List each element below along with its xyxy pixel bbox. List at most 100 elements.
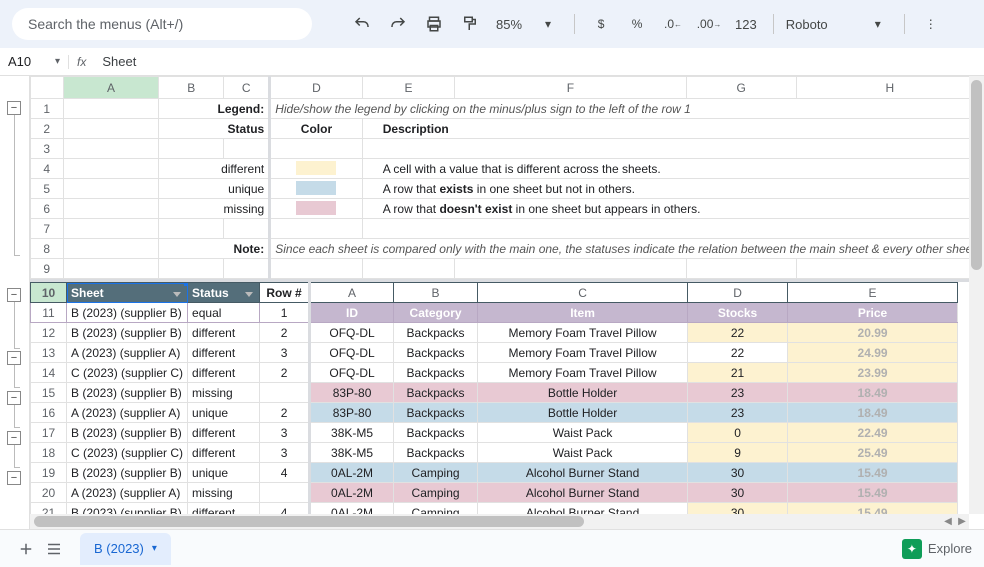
cell[interactable]: 2 <box>260 323 310 343</box>
cell[interactable]: Camping <box>394 463 478 483</box>
row-header[interactable]: 11 <box>31 303 67 323</box>
cell[interactable]: 22 <box>688 323 788 343</box>
cell[interactable]: 83P-80 <box>310 403 394 423</box>
increase-decimal-button[interactable]: .00→ <box>695 10 723 38</box>
col-header[interactable]: D <box>270 77 363 99</box>
cell[interactable]: equal <box>188 303 260 323</box>
cell[interactable]: 3 <box>260 423 310 443</box>
add-sheet-button[interactable] <box>12 535 40 563</box>
all-sheets-button[interactable] <box>40 535 68 563</box>
cell[interactable]: different <box>188 323 260 343</box>
redo-button[interactable] <box>384 10 412 38</box>
number-format-button[interactable]: 123 <box>731 17 761 32</box>
row-header[interactable]: 6 <box>31 199 64 219</box>
cell[interactable]: 22 <box>688 343 788 363</box>
filter-icon[interactable] <box>245 292 253 297</box>
cell[interactable]: missing <box>188 483 260 503</box>
cell[interactable]: B (2023) (supplier B) <box>67 423 188 443</box>
cell[interactable]: Backpacks <box>394 343 478 363</box>
row-header[interactable]: 12 <box>31 323 67 343</box>
cell[interactable]: B (2023) (supplier B) <box>67 323 188 343</box>
cell[interactable]: C (2023) (supplier C) <box>67 443 188 463</box>
cell[interactable]: 2 <box>260 403 310 423</box>
row-header[interactable]: 13 <box>31 343 67 363</box>
outline-toggle-group-1[interactable]: − <box>7 288 21 302</box>
cell[interactable]: Memory Foam Travel Pillow <box>478 363 688 383</box>
cell[interactable]: Backpacks <box>394 443 478 463</box>
cell[interactable]: 15.49 <box>788 483 958 503</box>
more-button[interactable]: ⋮ <box>917 10 945 38</box>
cell[interactable]: 25.49 <box>788 443 958 463</box>
undo-button[interactable] <box>348 10 376 38</box>
col-header[interactable]: C <box>224 77 270 99</box>
row-header[interactable]: 5 <box>31 179 64 199</box>
outline-toggle-group-2[interactable]: − <box>7 351 21 365</box>
cell[interactable]: Backpacks <box>394 423 478 443</box>
row-header[interactable]: 9 <box>31 259 64 279</box>
outline-toggle-group-5[interactable]: − <box>7 471 21 485</box>
cell[interactable]: Bottle Holder <box>478 403 688 423</box>
row-header[interactable]: 8 <box>31 239 64 259</box>
filter-icon[interactable] <box>173 292 181 297</box>
col-header[interactable]: E <box>362 77 455 99</box>
sheet-tab[interactable]: B (2023)▾ <box>80 533 171 565</box>
font-select[interactable]: Roboto <box>786 17 856 32</box>
cell[interactable]: C (2023) (supplier C) <box>67 363 188 383</box>
cell[interactable]: Backpacks <box>394 403 478 423</box>
scroll-left-button[interactable]: ◀ <box>941 514 955 528</box>
row-header[interactable]: 1 <box>31 99 64 119</box>
outline-toggle-group-3[interactable]: − <box>7 391 21 405</box>
row-header[interactable]: 15 <box>31 383 67 403</box>
paint-format-button[interactable] <box>456 10 484 38</box>
cell[interactable]: 20.99 <box>788 323 958 343</box>
row-header[interactable]: 4 <box>31 159 64 179</box>
currency-button[interactable]: $ <box>587 10 615 38</box>
row-header[interactable]: 19 <box>31 463 67 483</box>
cell[interactable]: 18.49 <box>788 383 958 403</box>
cell[interactable] <box>260 483 310 503</box>
row-header[interactable]: 3 <box>31 139 64 159</box>
row-header[interactable]: 2 <box>31 119 64 139</box>
cell[interactable]: 30 <box>688 483 788 503</box>
row-header[interactable]: 10 <box>31 283 67 303</box>
search-input[interactable]: Search the menus (Alt+/) <box>12 8 312 40</box>
cell[interactable]: Alcohol Burner Stand <box>478 483 688 503</box>
outline-toggle-group-4[interactable]: − <box>7 431 21 445</box>
cell[interactable]: 23 <box>688 403 788 423</box>
cell[interactable]: Backpacks <box>394 383 478 403</box>
cell[interactable]: OFQ-DL <box>310 323 394 343</box>
cell[interactable]: 0AL-2M <box>310 483 394 503</box>
cell[interactable]: B (2023) (supplier B) <box>67 463 188 483</box>
cell[interactable]: different <box>188 423 260 443</box>
cell[interactable]: 9 <box>688 443 788 463</box>
cell[interactable]: 22.49 <box>788 423 958 443</box>
vertical-scrollbar[interactable] <box>969 76 984 514</box>
col-header[interactable]: B <box>159 77 224 99</box>
header-sheet[interactable]: Sheet <box>67 283 188 303</box>
formula-input[interactable]: Sheet <box>94 54 144 69</box>
scroll-right-button[interactable]: ▶ <box>955 514 969 528</box>
zoom-level[interactable]: 85% <box>492 17 526 32</box>
chevron-down-icon[interactable]: ▾ <box>152 543 157 554</box>
cell[interactable]: OFQ-DL <box>310 363 394 383</box>
cell[interactable]: Memory Foam Travel Pillow <box>478 343 688 363</box>
print-button[interactable] <box>420 10 448 38</box>
cell[interactable]: missing <box>188 383 260 403</box>
cell[interactable]: A (2023) (supplier A) <box>67 483 188 503</box>
header-rownum[interactable]: Row # <box>260 283 310 303</box>
cell[interactable]: Alcohol Burner Stand <box>478 463 688 483</box>
percent-button[interactable]: % <box>623 10 651 38</box>
cell[interactable]: 21 <box>688 363 788 383</box>
row-header[interactable]: 7 <box>31 219 64 239</box>
explore-button[interactable]: ✦ Explore <box>902 539 972 559</box>
cell[interactable]: 38K-M5 <box>310 423 394 443</box>
header-status[interactable]: Status <box>188 283 260 303</box>
spreadsheet-grid[interactable]: A B C D E F G H 1 Legend: Hide/show the … <box>30 76 984 529</box>
name-box[interactable]: A10▾ <box>0 54 68 69</box>
cell[interactable]: A (2023) (supplier A) <box>67 343 188 363</box>
col-header[interactable]: F <box>455 77 686 99</box>
cell[interactable]: 23 <box>688 383 788 403</box>
col-header[interactable]: H <box>796 77 983 99</box>
row-header[interactable]: 14 <box>31 363 67 383</box>
cell[interactable]: unique <box>188 403 260 423</box>
